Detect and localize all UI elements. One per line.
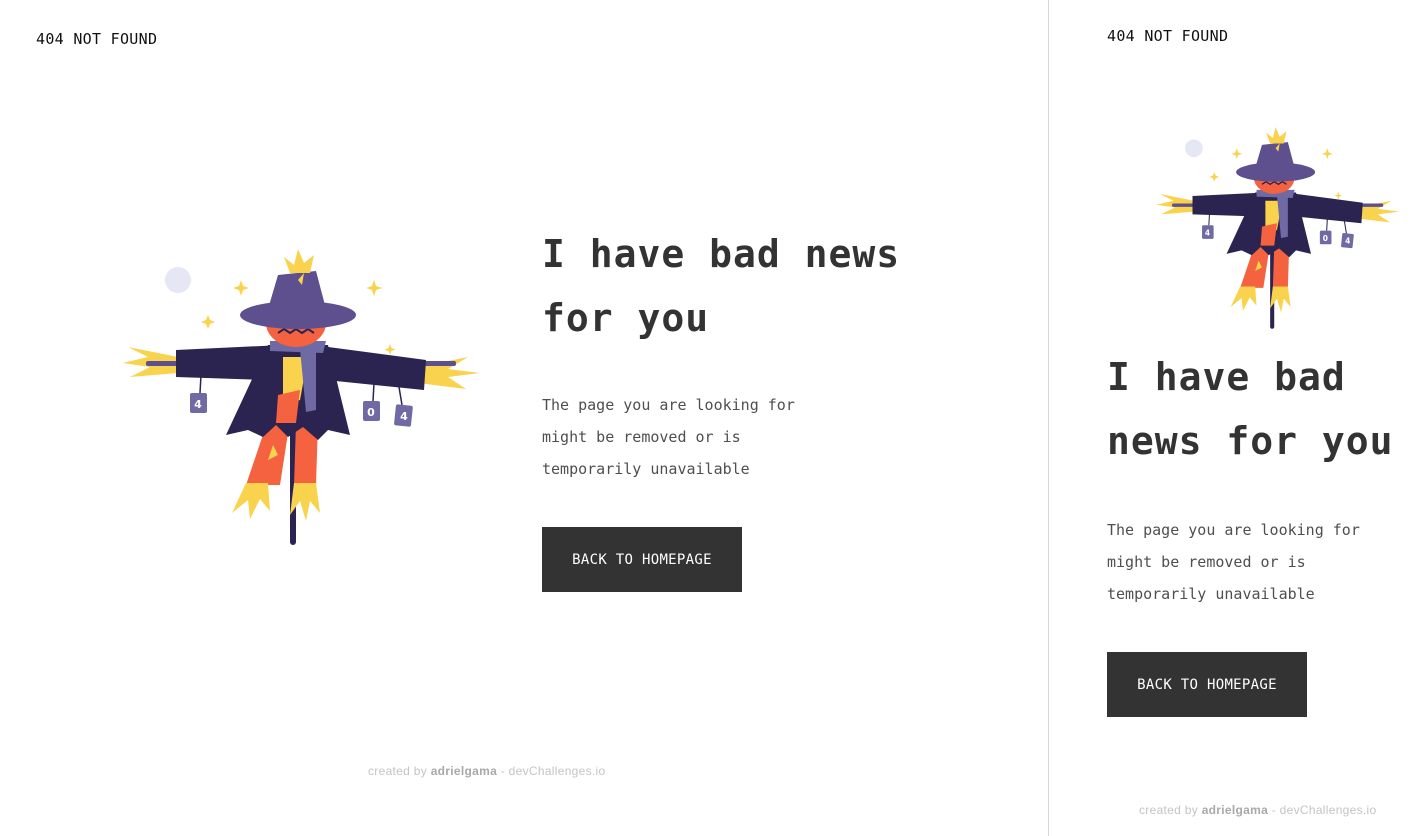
- back-to-homepage-button[interactable]: BACK TO HOMEPAGE: [1107, 652, 1307, 717]
- footer-prefix: created by: [368, 764, 428, 778]
- scarecrow-illustration: [122, 248, 481, 546]
- footer-suffix[interactable]: - devChallenges.io: [1272, 803, 1377, 817]
- page-headline: I have bad news for you: [1107, 355, 1394, 463]
- back-to-homepage-button[interactable]: BACK TO HOMEPAGE: [542, 527, 742, 592]
- footer-author-link[interactable]: adrielgama: [1202, 803, 1268, 817]
- mobile-layout: 404 NOT FOUND I have bad news for you Th…: [1049, 0, 1423, 836]
- scarecrow-illustration: [1155, 126, 1401, 330]
- credits-footer: created by adrielgama - devChallenges.io: [1139, 803, 1377, 817]
- error-message: The page you are looking for might be re…: [542, 396, 795, 478]
- footer-prefix: created by: [1139, 803, 1199, 817]
- credits-footer: created by adrielgama - devChallenges.io: [368, 764, 606, 778]
- error-message: The page you are looking for might be re…: [1107, 521, 1360, 603]
- brand-logo[interactable]: 404 NOT FOUND: [1107, 27, 1228, 45]
- footer-author-link[interactable]: adrielgama: [431, 764, 497, 778]
- page-headline: I have bad news for you: [542, 232, 901, 340]
- footer-suffix[interactable]: - devChallenges.io: [501, 764, 606, 778]
- desktop-layout: 404 NOT FOUND I have bad news for you Th…: [0, 0, 1048, 836]
- brand-logo[interactable]: 404 NOT FOUND: [36, 30, 157, 48]
